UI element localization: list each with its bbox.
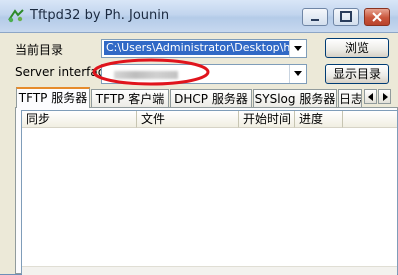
chevron-down-icon — [294, 71, 302, 76]
column-header-file[interactable]: 文件 — [137, 111, 239, 128]
title-bar[interactable]: Tftpd32 by Ph. Jounin — [0, 0, 398, 33]
server-interface-dropdown-button[interactable] — [289, 65, 306, 83]
close-button[interactable] — [364, 8, 390, 26]
minimize-button[interactable] — [302, 8, 328, 26]
tab-scroll-left-button[interactable] — [364, 89, 377, 104]
tab-scroll-right-button[interactable] — [378, 89, 391, 104]
column-header-filler — [343, 111, 397, 128]
tab-dhcp-server[interactable]: DHCP 服务器 — [170, 89, 252, 107]
current-dir-label: 当前目录 — [15, 43, 64, 57]
tab-syslog-server[interactable]: SYSlog 服务器 — [253, 89, 337, 107]
maximize-icon — [340, 11, 352, 22]
current-dir-value: C:\Users\Administrator\Desktop\ha_T — [104, 41, 292, 55]
browse-button[interactable]: 浏览 — [325, 38, 389, 58]
tftpd32-app-icon — [8, 9, 24, 23]
maximize-button[interactable] — [333, 8, 359, 26]
current-dir-dropdown-button[interactable] — [289, 40, 306, 57]
arrow-left-icon — [368, 93, 373, 101]
column-header-sync[interactable]: 同步 — [22, 111, 137, 128]
chevron-down-icon — [294, 46, 302, 51]
tab-log[interactable]: 日志 — [338, 89, 362, 107]
column-header-start-time[interactable]: 开始时间 — [239, 111, 295, 128]
arrow-right-icon — [383, 93, 388, 101]
tftpd32-window: Tftpd32 by Ph. Jounin 当前目录 C:\Users\Admi… — [0, 0, 398, 275]
transfer-list[interactable]: 同步 文件 开始时间 进度 — [21, 110, 398, 274]
red-highlight-ellipse — [92, 58, 210, 86]
minimize-icon — [311, 19, 319, 21]
show-dir-button[interactable]: 显示目录 — [325, 64, 389, 84]
tab-tftp-server[interactable]: TFTP 服务器 — [16, 87, 90, 108]
column-header-progress[interactable]: 进度 — [295, 111, 343, 128]
current-dir-combobox[interactable]: C:\Users\Administrator\Desktop\ha_T — [101, 39, 307, 58]
close-icon — [372, 12, 382, 22]
window-title: Tftpd32 by Ph. Jounin — [30, 8, 170, 23]
tab-tftp-client[interactable]: TFTP 客户端 — [91, 89, 169, 107]
